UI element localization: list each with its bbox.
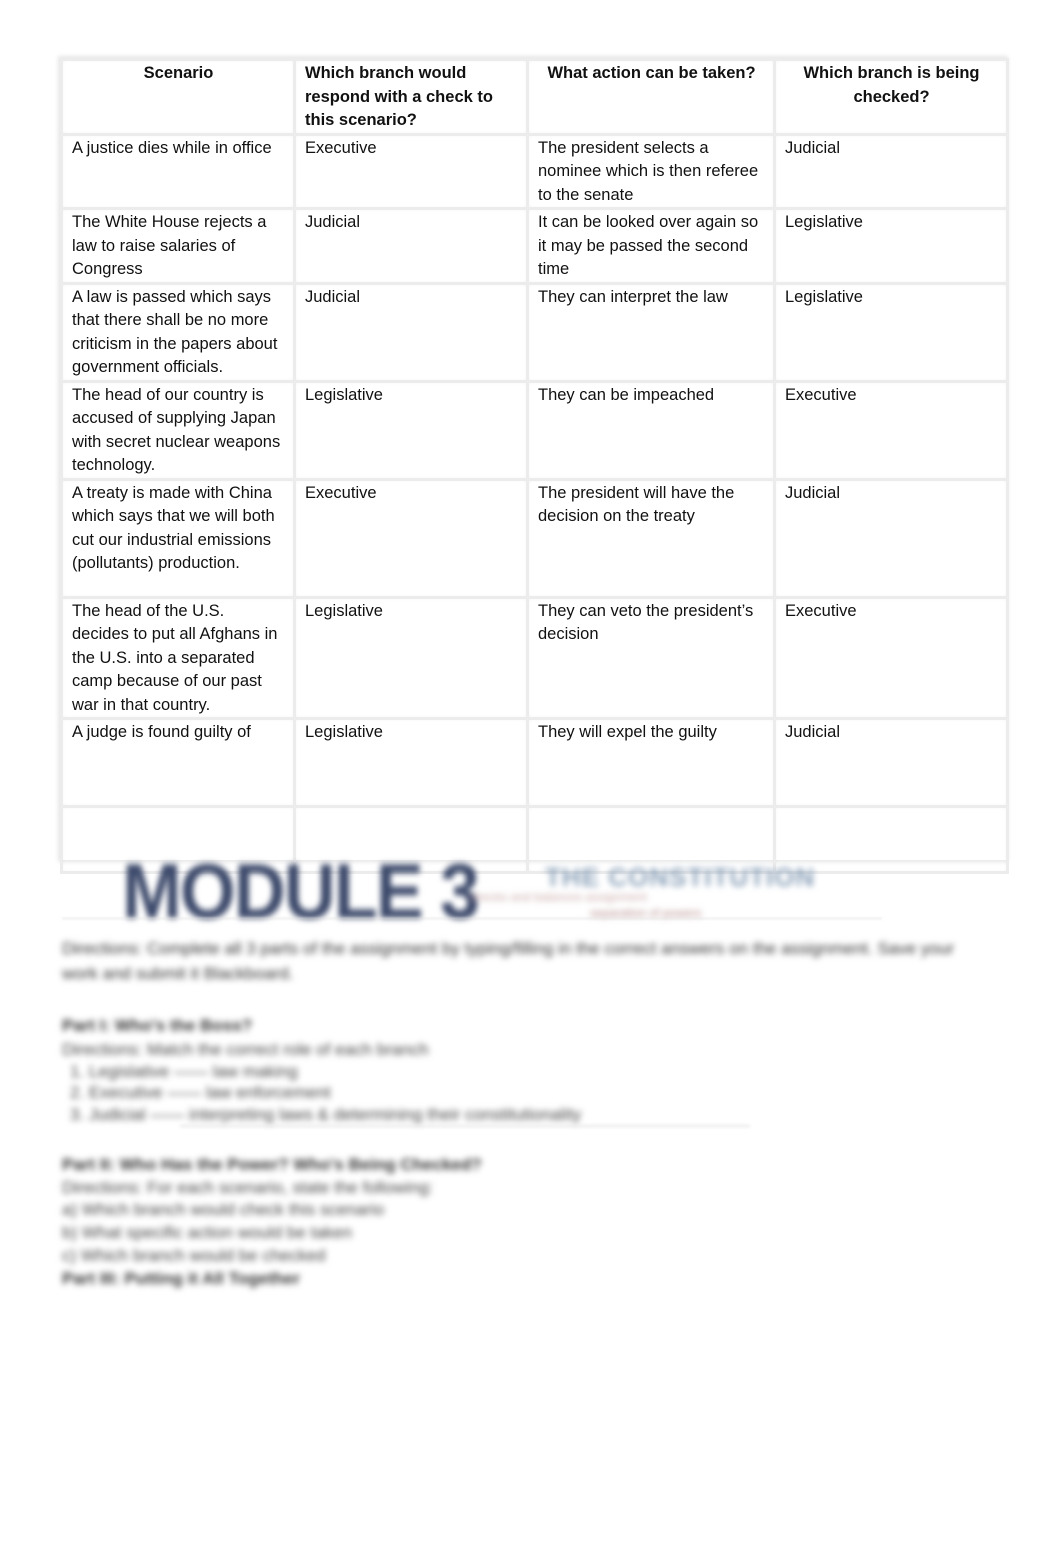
table-row: The White House rejects a law to raise s… <box>60 207 1009 285</box>
cell-checked-branch: Judicial <box>773 717 1009 808</box>
cell-action: They will expel the guilty <box>526 717 776 808</box>
table-row: A treaty is made with China which says t… <box>60 477 1009 599</box>
table-row: The head of the U.S. decides to put all … <box>60 595 1009 720</box>
table-row: A law is passed which says that there sh… <box>60 281 1009 383</box>
header-action: What action can be taken? <box>526 58 776 136</box>
cell-checked-branch: Executive <box>773 379 1009 481</box>
part1-title: Part I: Who's the Boss? <box>62 1015 252 1037</box>
checks-and-balances-table-container: Scenario Which branch would respond with… <box>60 58 1009 874</box>
table-row: The head of our country is accused of su… <box>60 379 1009 481</box>
part2-line: c) Which branch would be checked <box>62 1246 326 1265</box>
directions-text: Directions: Complete all 3 parts of the … <box>62 939 954 983</box>
cell-responding-branch: Legislative <box>293 717 529 808</box>
part3-title-text: Part III: Putting it All Together <box>62 1269 300 1288</box>
cell-scenario: A judge is found guilty of <box>60 717 296 808</box>
cell-scenario: The White House rejects a law to raise s… <box>60 207 296 285</box>
cell-responding-branch: Judicial <box>293 207 529 285</box>
cell-scenario: A law is passed which says that there sh… <box>60 281 296 383</box>
cell-responding-branch: Judicial <box>293 281 529 383</box>
part2-line: b) What specific action would be taken <box>62 1223 353 1242</box>
cell-responding-branch: Executive <box>293 132 529 210</box>
cell-checked-branch: Legislative <box>773 281 1009 383</box>
divider <box>62 918 882 919</box>
cell-scenario: A justice dies while in office <box>60 132 296 210</box>
table-header-row: Scenario Which branch would respond with… <box>60 58 1009 136</box>
header-scenario: Scenario <box>60 58 296 136</box>
underline <box>180 1125 750 1127</box>
part2-title-text: Part II: Who Has the Power? Who's Being … <box>62 1155 482 1174</box>
part3-title: Part III: Putting it All Together <box>62 1268 300 1290</box>
part1-item: 2. Executive —— law enforcement <box>70 1083 331 1102</box>
cell-scenario: A treaty is made with China which says t… <box>60 477 296 599</box>
module-tagline: checks and balances assignment <box>470 890 647 904</box>
cell-scenario: The head of our country is accused of su… <box>60 379 296 481</box>
cell-action: They can interpret the law <box>526 281 776 383</box>
part1-directions: Directions: Match the correct role of ea… <box>62 1040 429 1059</box>
cell-action: The president will have the decision on … <box>526 477 776 599</box>
cell-checked-branch: Judicial <box>773 132 1009 210</box>
cell-scenario-text: A judge is found guilty of <box>72 723 251 741</box>
part1-item: 1. Legislative —— law making <box>70 1062 298 1081</box>
module-subtitle: THE CONSTITUTION <box>545 862 816 892</box>
table-row: A justice dies while in office Executive… <box>60 132 1009 210</box>
cell-action: They can veto the president’s decision <box>526 595 776 720</box>
cell-checked-branch: Executive <box>773 595 1009 720</box>
cell-responding-branch: Legislative <box>293 595 529 720</box>
document-page: Scenario Which branch would respond with… <box>0 0 1062 1556</box>
cell-action: The president selects a nominee which is… <box>526 132 776 210</box>
cell-action: They can be impeached <box>526 379 776 481</box>
cell-scenario: The head of the U.S. decides to put all … <box>60 595 296 720</box>
cell-responding-branch: Legislative <box>293 379 529 481</box>
cell-checked-branch: Legislative <box>773 207 1009 285</box>
header-checked-branch: Which branch is being checked? <box>773 58 1009 136</box>
part2-line: a) Which branch would check this scenari… <box>62 1200 385 1219</box>
part2-title: Part II: Who Has the Power? Who's Being … <box>62 1154 482 1176</box>
part1-item: 3. Judicial —— interpreting laws & deter… <box>70 1105 582 1124</box>
part1-title-text: Part I: Who's the Boss? <box>62 1016 253 1035</box>
header-responding-branch: Which branch would respond with a check … <box>293 58 529 136</box>
part2-line: Directions: For each scenario, state the… <box>62 1178 434 1197</box>
cell-checked-branch: Judicial <box>773 477 1009 599</box>
cell-action: It can be looked over again so it may be… <box>526 207 776 285</box>
table-row: A judge is found guilty of Legislative T… <box>60 717 1009 808</box>
checks-and-balances-table: Scenario Which branch would respond with… <box>60 58 1009 874</box>
cell-action-text: They will expel the guilty <box>538 723 717 741</box>
cell-responding-branch: Executive <box>293 477 529 599</box>
